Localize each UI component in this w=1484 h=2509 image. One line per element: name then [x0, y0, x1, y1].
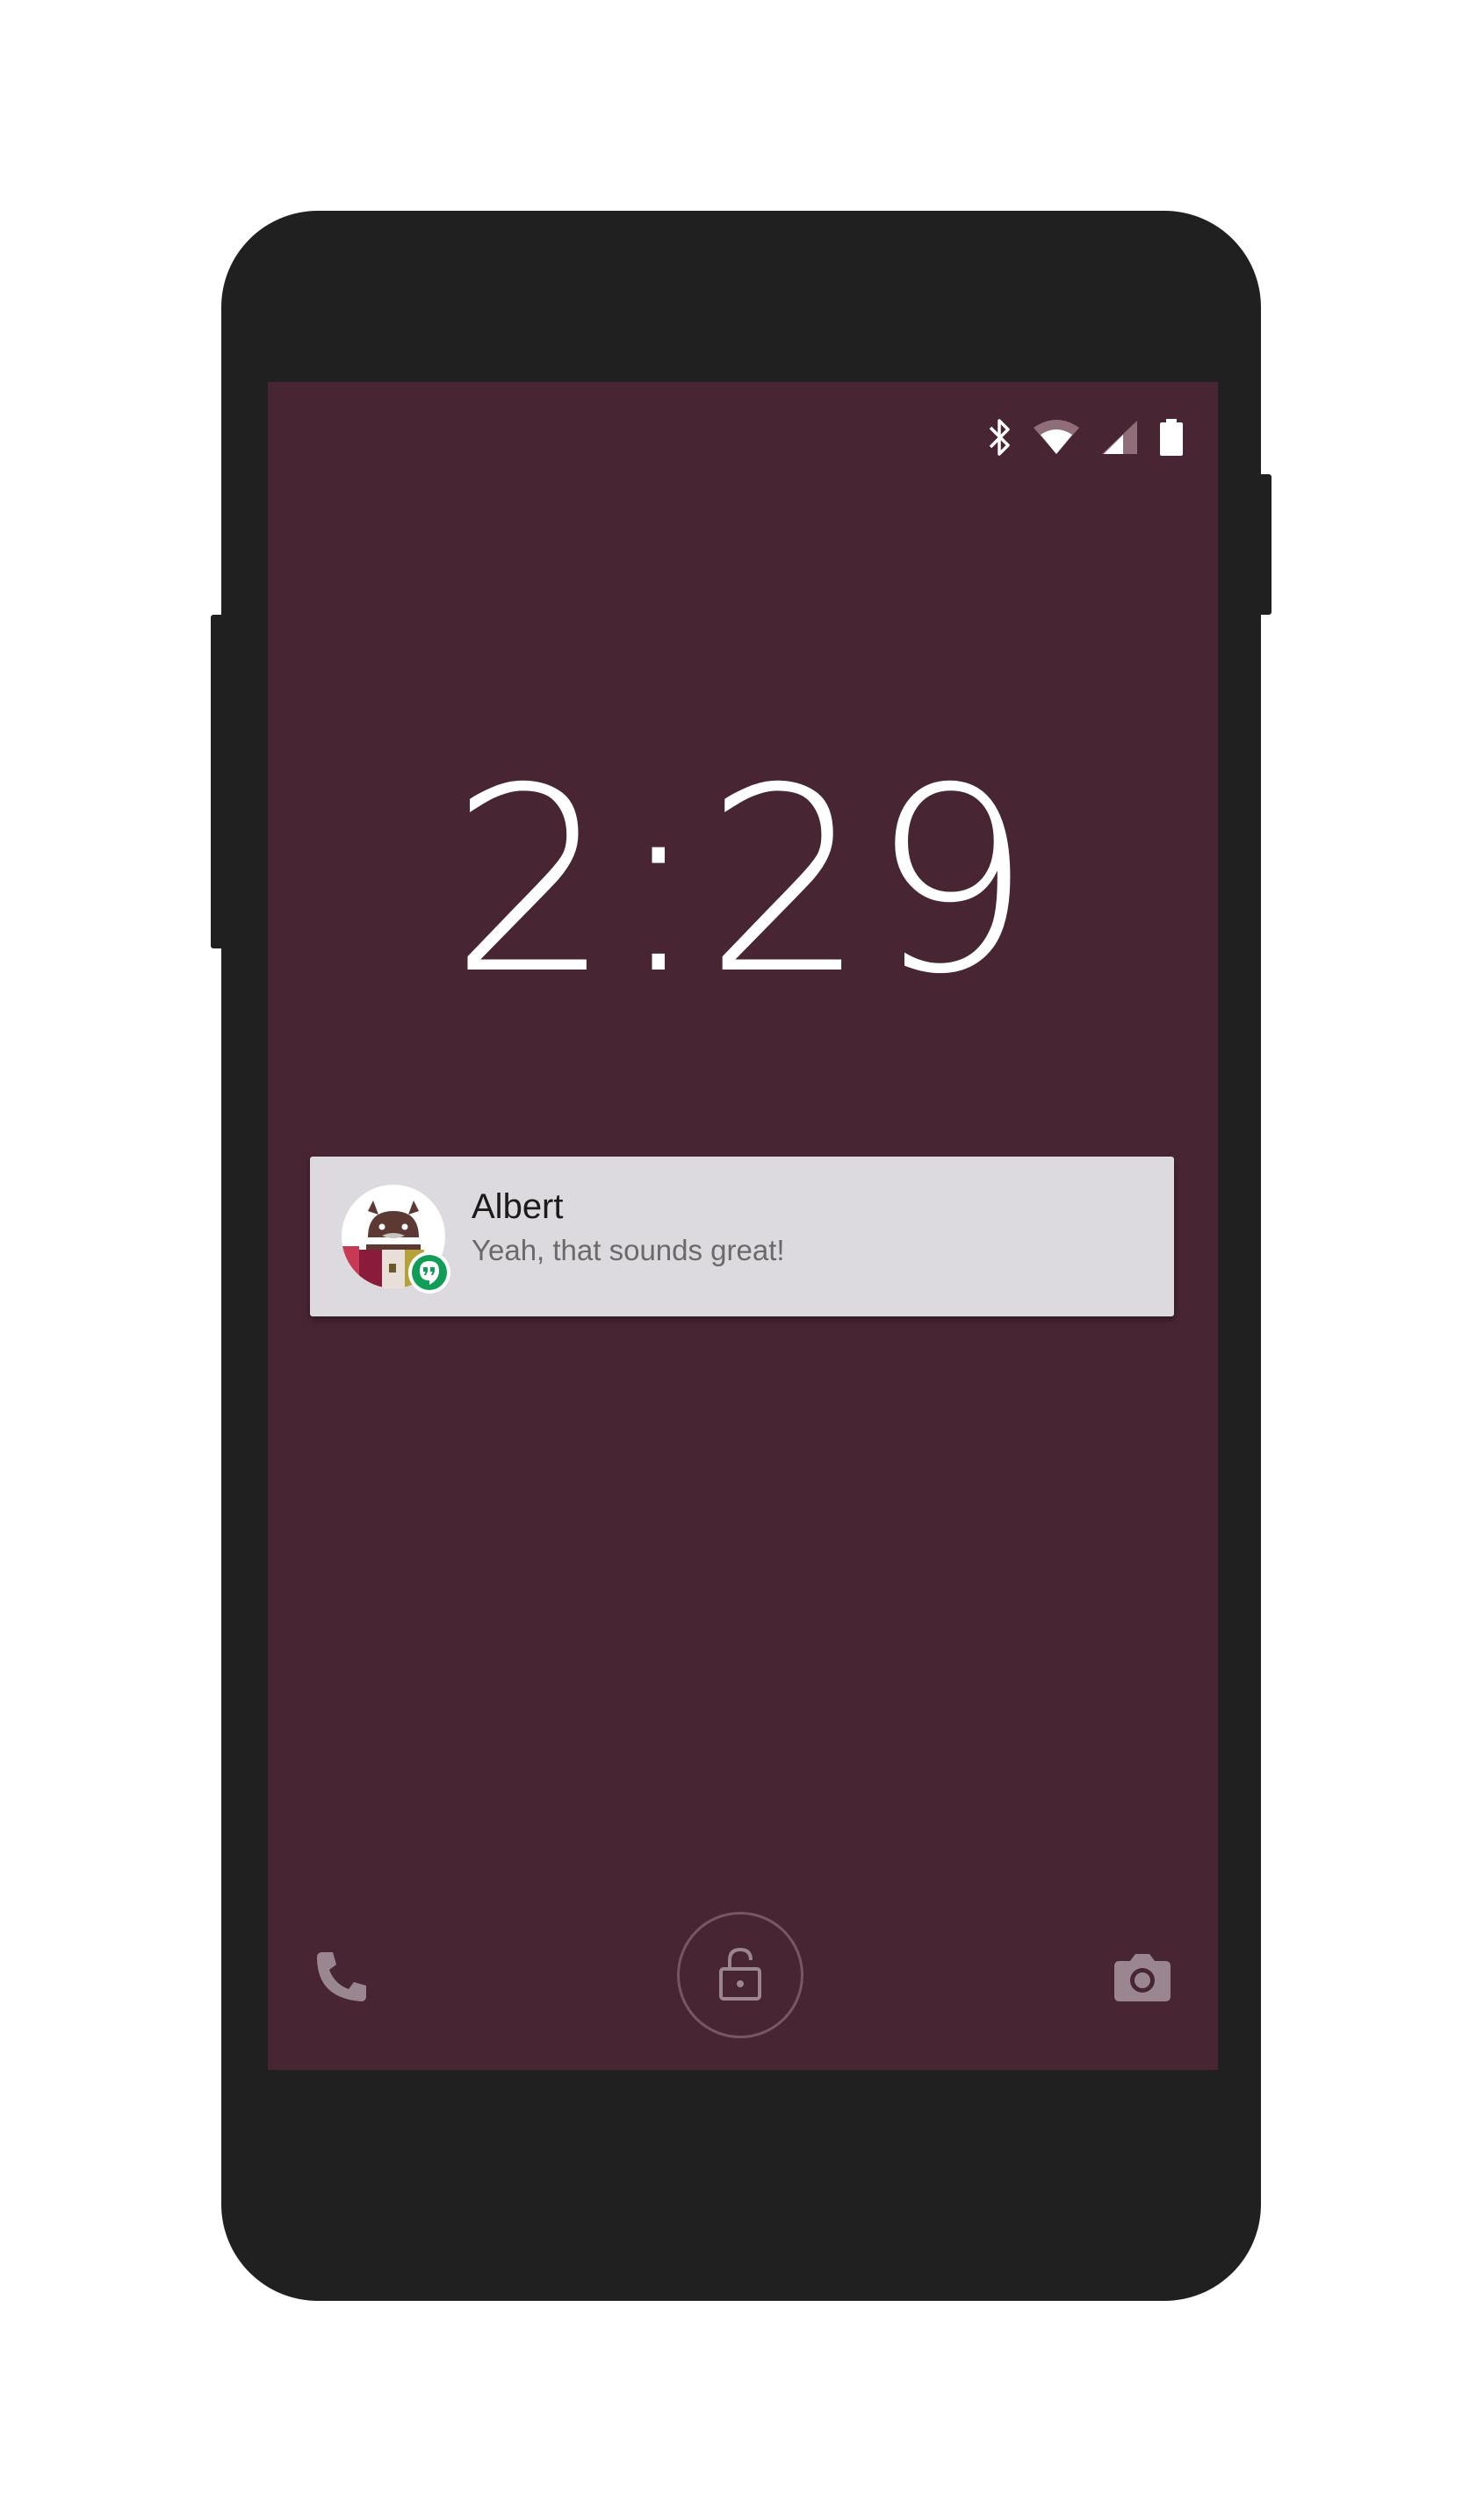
camera-icon[interactable] — [1113, 1949, 1172, 2005]
volume-button — [211, 615, 223, 948]
hangouts-icon — [408, 1251, 450, 1294]
cell-signal-icon — [1100, 417, 1139, 458]
phone-icon[interactable] — [313, 1949, 370, 2005]
unlock-icon — [717, 1946, 763, 2005]
notification-card[interactable]: Albert Yeah, that sounds great! — [310, 1157, 1174, 1316]
unlock-button[interactable] — [677, 1912, 803, 2038]
lockscreen-bottom-bar — [268, 1894, 1218, 2070]
lock-screen: 2:29 Albert Yeah, that sounds great! — [268, 382, 1218, 2070]
notification-text: Yeah, that sounds great! — [472, 1234, 785, 1266]
lockscreen-clock: 2:29 — [450, 734, 1036, 1030]
battery-icon — [1158, 417, 1185, 458]
power-button — [1259, 474, 1271, 615]
notification-title: Albert — [472, 1187, 564, 1226]
wifi-icon — [1032, 417, 1081, 458]
status-bar — [986, 415, 1185, 459]
bluetooth-icon — [986, 417, 1012, 458]
